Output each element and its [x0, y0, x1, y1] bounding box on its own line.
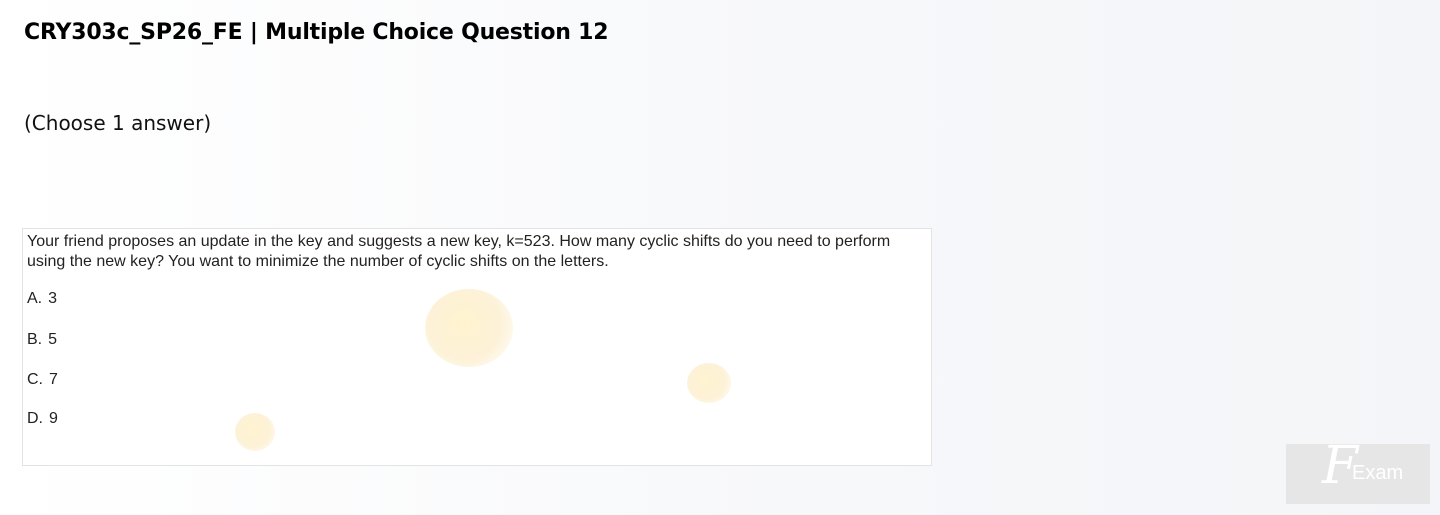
question-image: Your friend proposes an update in the ke…: [22, 228, 932, 466]
question-text: Your friend proposes an update in the ke…: [27, 233, 891, 270]
decorative-blob: [687, 363, 731, 403]
option-value: 7: [49, 371, 58, 388]
option-letter: B.: [27, 331, 43, 348]
answer-instruction: (Choose 1 answer): [24, 111, 212, 135]
option-value: 9: [49, 410, 58, 427]
option-letter: C.: [27, 371, 43, 388]
option-b[interactable]: B. 5: [27, 331, 57, 349]
page-title: CRY303c_SP26_FE | Multiple Choice Questi…: [24, 20, 609, 45]
option-value: 3: [48, 290, 58, 307]
option-a[interactable]: A. 3: [27, 290, 57, 308]
option-d[interactable]: D. 9: [27, 410, 58, 428]
option-letter: A.: [27, 290, 43, 307]
option-letter: D.: [27, 410, 43, 427]
option-value: 5: [48, 331, 58, 348]
decorative-blob: [235, 413, 275, 451]
decorative-blob: [425, 289, 513, 367]
option-c[interactable]: C. 7: [27, 371, 58, 389]
watermark-logo-text: Exam: [1352, 462, 1404, 484]
